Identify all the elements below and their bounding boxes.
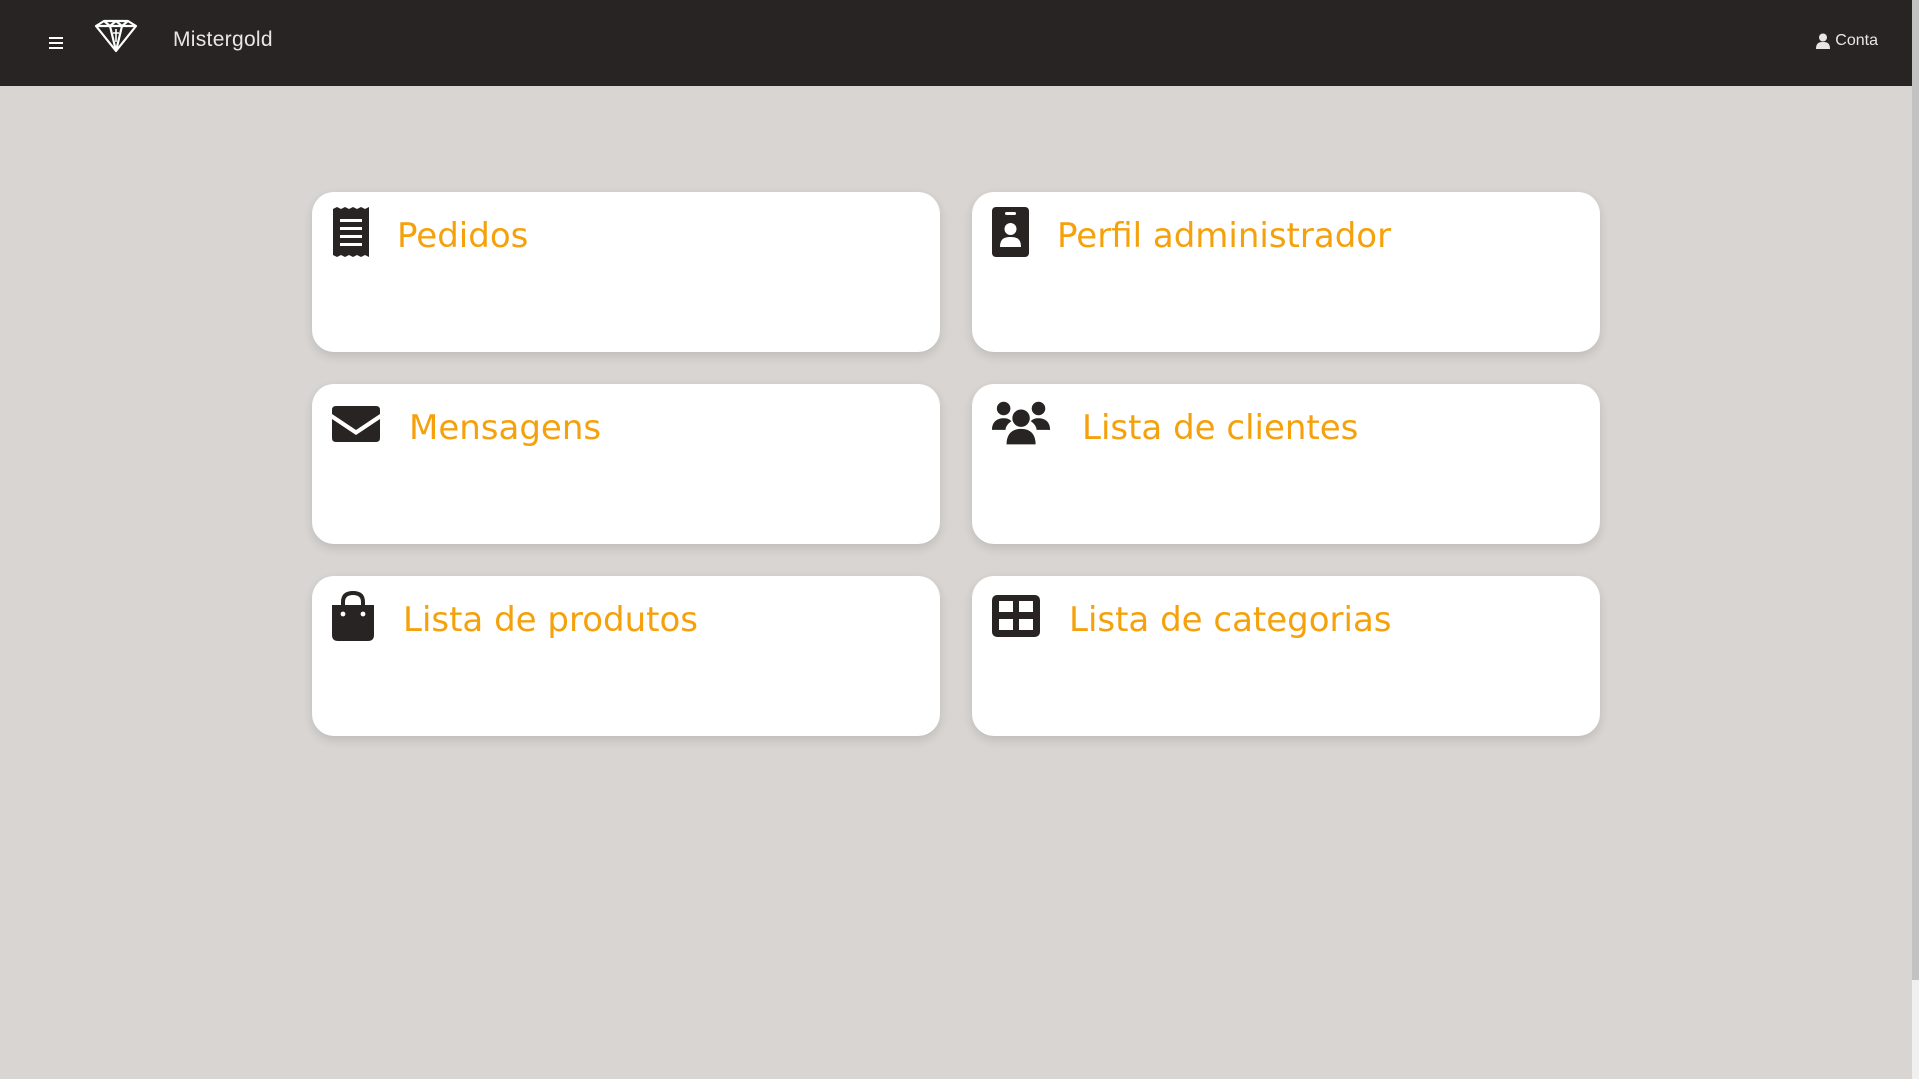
card-messages[interactable]: Mensagens: [312, 384, 940, 544]
card-title: Perfil administrador: [1057, 216, 1392, 256]
user-icon: [1816, 33, 1831, 49]
card-title: Pedidos: [397, 216, 529, 256]
card-customer-list[interactable]: Lista de clientes: [972, 384, 1600, 544]
users-icon: [992, 401, 1051, 445]
card-orders[interactable]: Pedidos: [312, 192, 940, 352]
id-badge-icon: [992, 207, 1029, 257]
grid-icon: [992, 595, 1040, 637]
card-title: Lista de categorias: [1069, 600, 1392, 640]
top-navbar: Mistergold Conta: [0, 0, 1912, 86]
account-button[interactable]: Conta: [1816, 32, 1878, 50]
card-title: Lista de produtos: [403, 600, 698, 640]
envelope-icon: [332, 406, 380, 442]
card-title: Mensagens: [409, 408, 602, 448]
hamburger-menu-icon[interactable]: [44, 33, 68, 53]
shopping-bag-icon: [332, 591, 374, 641]
card-title: Lista de clientes: [1082, 408, 1359, 448]
card-admin-profile[interactable]: Perfil administrador: [972, 192, 1600, 352]
scrollbar-thumb[interactable]: [1912, 0, 1919, 980]
receipt-icon: [333, 207, 369, 257]
card-category-list[interactable]: Lista de categorias: [972, 576, 1600, 736]
brand-name[interactable]: Mistergold: [173, 28, 273, 52]
scrollbar-track[interactable]: [1912, 0, 1919, 1079]
card-product-list[interactable]: Lista de produtos: [312, 576, 940, 736]
diamond-logo-icon[interactable]: [90, 18, 142, 56]
account-label: Conta: [1835, 32, 1878, 49]
